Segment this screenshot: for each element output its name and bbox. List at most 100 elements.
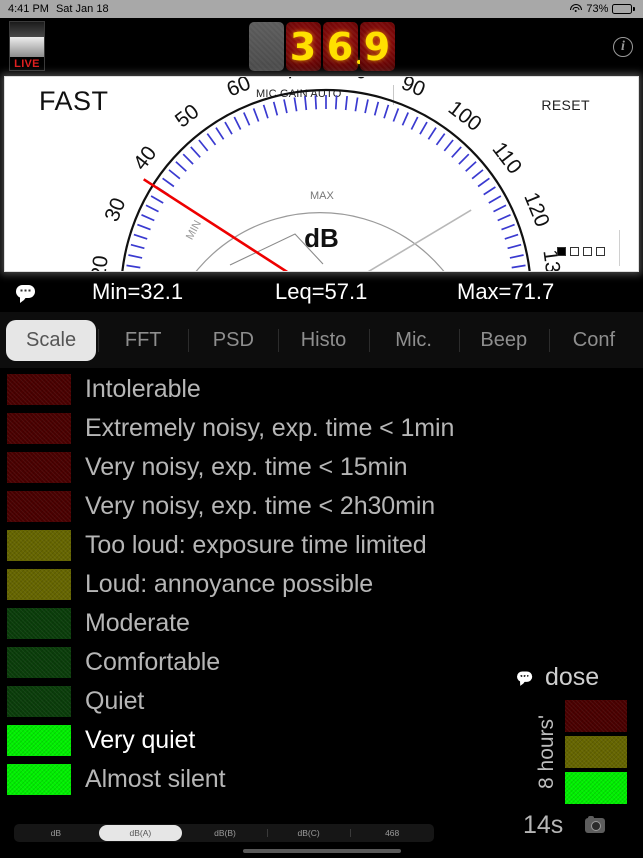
tab-scale[interactable]: Scale (6, 319, 97, 361)
page-dot-1[interactable] (557, 247, 566, 256)
analog-gauge-panel[interactable]: FAST MIC GAIN AUTO RESET 203040506070809… (4, 76, 639, 272)
scale-color-swatch (7, 413, 71, 444)
tab-fft[interactable]: FFT (98, 320, 188, 361)
scale-row[interactable]: Very noisy, exp. time < 2h30min (0, 487, 643, 526)
gauge-tick (354, 97, 359, 112)
scale-color-swatch (7, 452, 71, 483)
gauge-tick (435, 133, 446, 146)
gauge-tick (283, 99, 288, 114)
gauge-tick (133, 233, 148, 240)
scale-row[interactable]: Very noisy, exp. time < 15min (0, 448, 643, 487)
gauge-tick (451, 146, 462, 158)
weighting-option-dbc[interactable]: dB(C) (266, 825, 351, 841)
tab-histo[interactable]: Histo (278, 320, 368, 361)
gauge-tick (272, 101, 279, 116)
gauge-tick (314, 95, 318, 110)
page-indicator[interactable] (557, 247, 605, 256)
gauge-tick (427, 127, 437, 140)
gauge-tick (364, 99, 369, 114)
gauge-tick-label: 90 (398, 77, 428, 102)
live-meter-top (10, 22, 44, 37)
speech-bubble-icon[interactable] (16, 284, 36, 300)
gauge-tick-label: 20 (87, 254, 113, 272)
live-label: LIVE (10, 57, 44, 70)
gauge-tick (501, 223, 515, 231)
battery-icon (612, 4, 635, 14)
page-dot-3[interactable] (583, 247, 592, 256)
scale-color-swatch (7, 725, 71, 756)
gauge-tick (304, 96, 308, 111)
page-dot-2[interactable] (570, 247, 579, 256)
gauge-tick (344, 96, 348, 111)
scale-row[interactable]: Moderate (0, 604, 643, 643)
page-dot-4[interactable] (596, 247, 605, 256)
gauge-tick (168, 169, 181, 180)
gauge-tick (488, 195, 502, 204)
weighting-segmented-control[interactable]: dB dB(A) dB(B) dB(C) 468 (14, 824, 434, 842)
scale-color-swatch (7, 530, 71, 561)
max-label: MAX (310, 190, 335, 202)
scale-row-label: Quiet (85, 687, 145, 715)
gauge-tick-label: 30 (100, 195, 130, 225)
tab-psd[interactable]: PSD (188, 320, 278, 361)
gauge-tick (190, 146, 201, 158)
gauge-tick (150, 195, 164, 204)
status-time: 4:41 PM (8, 3, 49, 15)
gauge-unit-label: dB (304, 223, 339, 253)
gauge-tick-label: 40 (129, 142, 161, 175)
gauge-tick (334, 95, 338, 110)
weighting-option-db[interactable]: dB (14, 825, 98, 841)
scale-row-label: Moderate (85, 609, 190, 637)
dose-speech-bubble-icon[interactable] (517, 671, 533, 684)
dose-bar (565, 700, 627, 732)
digital-readout[interactable]: 3 6 9 (248, 22, 395, 71)
scale-row[interactable]: Extremely noisy, exp. time < 1min (0, 409, 643, 448)
gauge-tick (233, 116, 242, 130)
weighting-option-dba[interactable]: dB(A) (98, 825, 183, 841)
scale-row-label: Too loud: exposure time limited (85, 531, 427, 559)
app-header: LIVE 3 6 9 i (0, 18, 643, 76)
scale-row-label: Comfortable (85, 648, 221, 676)
scale-row[interactable]: Intolerable (0, 370, 643, 409)
dose-bar (565, 736, 627, 768)
gauge-tick (182, 153, 194, 165)
gauge-tick (483, 186, 496, 196)
scale-row[interactable]: Loud: annoyance possible (0, 565, 643, 604)
min-label: MIN (184, 218, 204, 241)
info-circle-icon[interactable]: i (613, 37, 633, 57)
scale-color-swatch (7, 374, 71, 405)
battery-percent: 73% (586, 3, 609, 15)
stat-max: Max=71.7 (457, 279, 555, 304)
min-needle (325, 209, 472, 271)
gauge-tick (419, 121, 428, 135)
gauge-tick (162, 177, 175, 188)
scale-row[interactable]: Too loud: exposure time limited (0, 526, 643, 565)
sound-meter-app: 4:41 PM Sat Jan 18 73% LIVE 3 6 9 i FAST… (0, 0, 643, 858)
scale-row-label: Extremely noisy, exp. time < 1min (85, 414, 455, 442)
weighting-option-dbb[interactable]: dB(B) (183, 825, 267, 841)
scale-color-swatch (7, 764, 71, 795)
gauge-tick (224, 121, 233, 135)
gauge-tick (401, 112, 409, 126)
weighting-option-468[interactable]: 468 (350, 825, 434, 841)
gauge-tick (511, 264, 526, 269)
gauge-tick (471, 169, 484, 180)
gauge-tick (137, 223, 151, 231)
gauge-tick (493, 204, 507, 213)
tab-beep[interactable]: Beep (458, 320, 549, 361)
gauge-tick (477, 177, 490, 188)
dose-period-label: 8 hours' (535, 714, 558, 790)
gauge-tick-label: 60 (224, 77, 254, 102)
tab-mic[interactable]: Mic. (368, 320, 459, 361)
gauge-tick (206, 133, 217, 146)
footer-divider (619, 230, 620, 266)
gauge-tick (458, 153, 470, 165)
tab-conf[interactable]: Conf (548, 320, 639, 361)
gauge-tick (175, 161, 187, 172)
scale-row-label: Intolerable (85, 375, 201, 403)
tab-bar: Scale FFT PSD Histo Mic. Beep Conf (0, 312, 643, 368)
scale-row-label: Very quiet (85, 726, 196, 754)
gauge-tick (145, 204, 159, 213)
live-button[interactable]: LIVE (9, 21, 45, 71)
scale-row-label: Very noisy, exp. time < 15min (85, 453, 408, 481)
